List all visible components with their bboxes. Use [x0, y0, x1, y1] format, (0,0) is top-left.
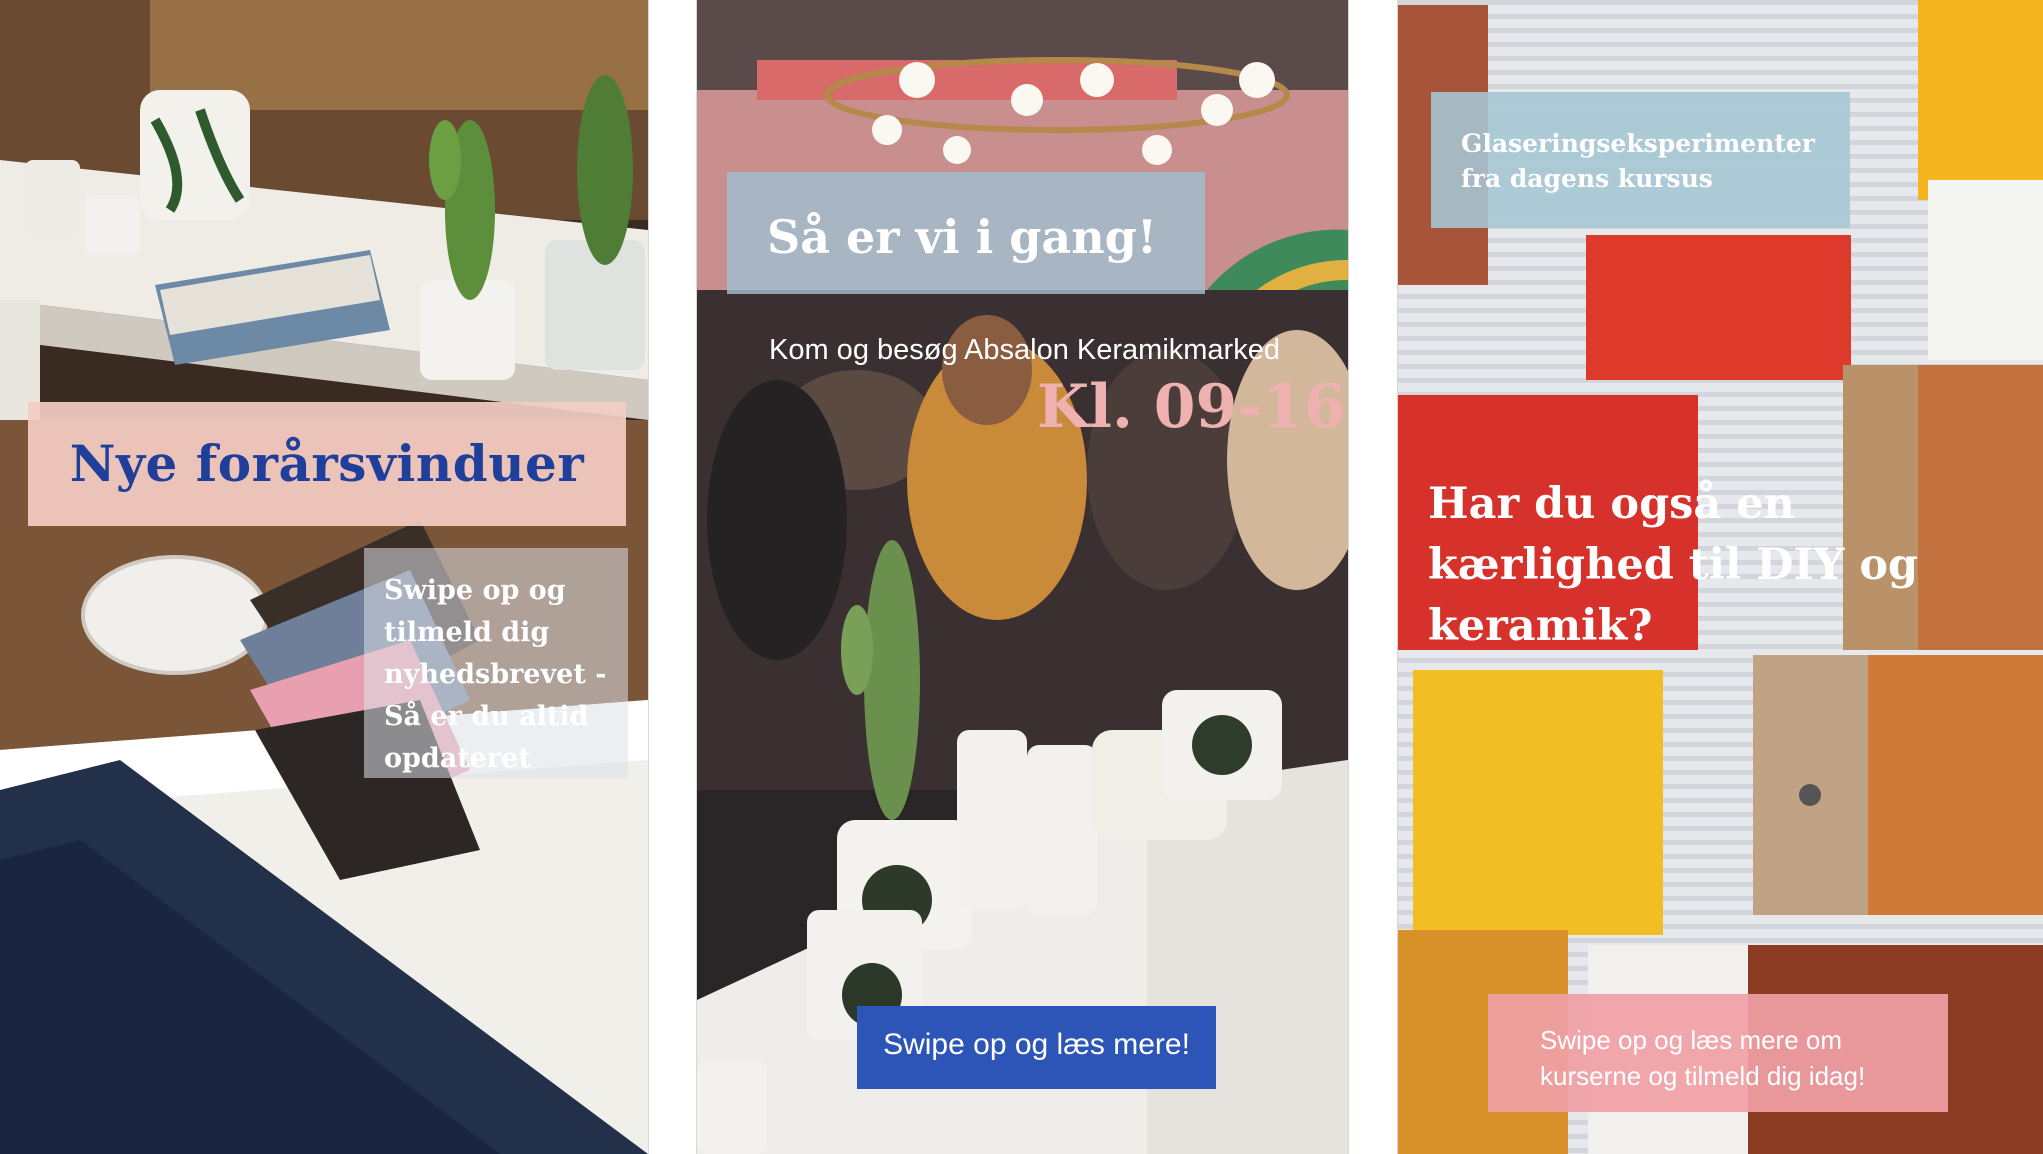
title-banner: Nye forårsvinduer [28, 402, 626, 526]
swipe-up-text: Swipe op og tilmeld dig nyhedsbrevet - S… [384, 575, 607, 774]
title-banner: Så er vi i gang! [727, 172, 1205, 294]
swipe-up-button[interactable]: Swipe op og læs mere! [857, 1006, 1216, 1089]
swipe-up-button-label: Swipe op og læs mere om kurserne og tilm… [1540, 1025, 1866, 1091]
story-card-ceramics-market[interactable]: Så er vi i gang! Kom og besøg Absalon Ke… [697, 0, 1348, 1154]
story-title: Så er vi i gang! [767, 210, 1158, 264]
event-subtitle: Kom og besøg Absalon Keramikmarked [769, 334, 1280, 366]
swipe-up-button[interactable]: Swipe op og læs mere om kurserne og tilm… [1488, 994, 1948, 1112]
event-time: Kl. 09-16 [1037, 372, 1346, 442]
swipe-up-callout[interactable]: Swipe op og tilmeld dig nyhedsbrevet - S… [364, 548, 628, 778]
story-card-spring-windows[interactable]: Nye forårsvinduer Swipe op og tilmeld di… [0, 0, 648, 1154]
title-banner: Glaseringseksperimenter fra dagens kursu… [1431, 92, 1850, 228]
story-title: Glaseringseksperimenter fra dagens kursu… [1461, 129, 1815, 193]
story-title: Nye forårsvinduer [69, 434, 585, 493]
swipe-up-button-label: Swipe op og læs mere! [883, 1028, 1190, 1061]
story-card-glaze-experiments[interactable]: Glaseringseksperimenter fra dagens kursu… [1398, 0, 2043, 1154]
story-question: Har du også en kærlighed til DIY og kera… [1428, 479, 1919, 651]
